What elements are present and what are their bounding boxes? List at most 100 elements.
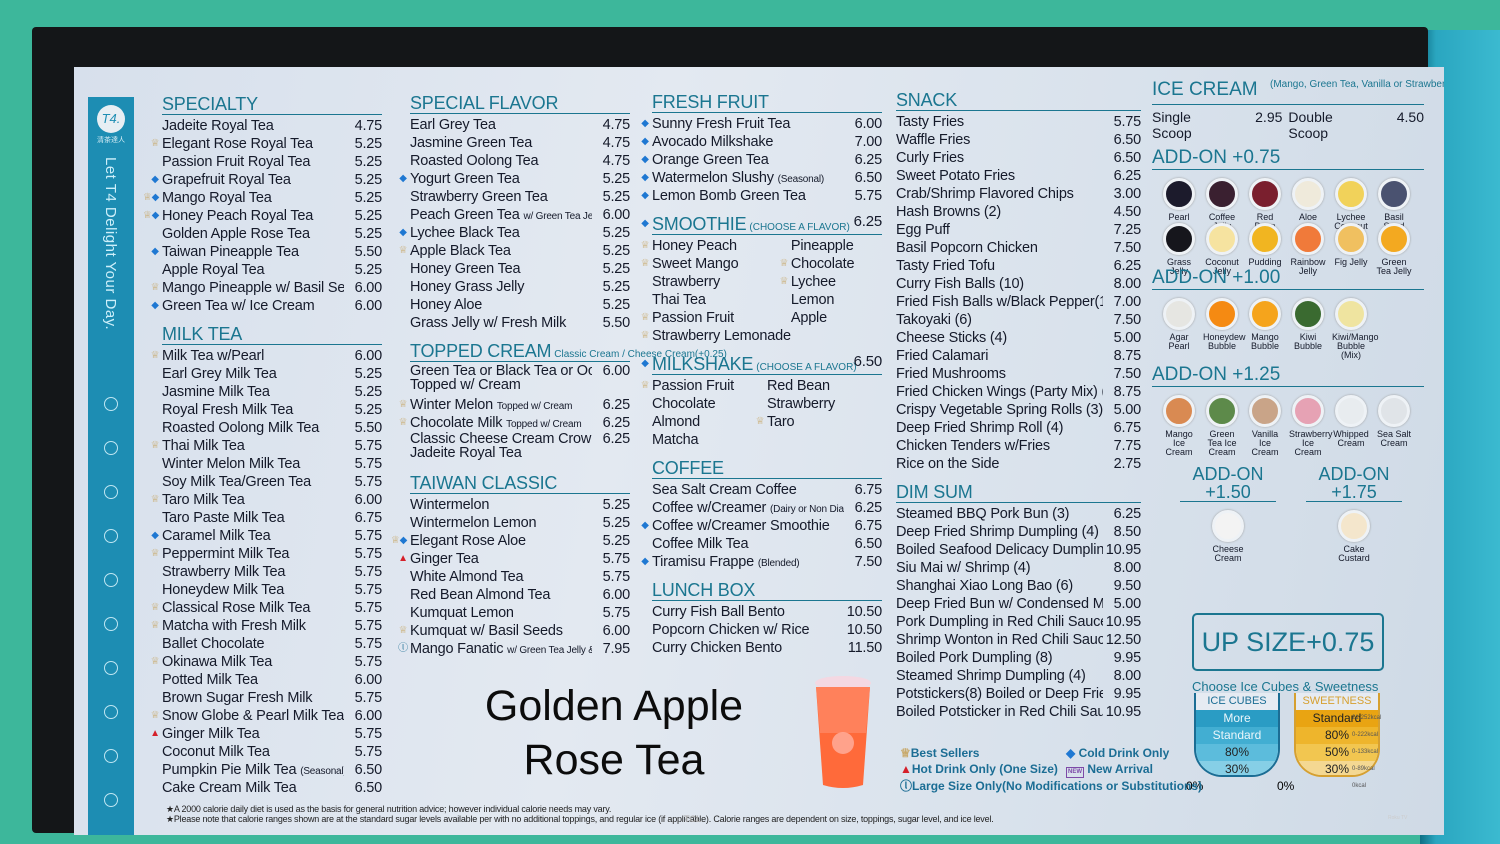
item-name: Strawberry Green Tea [410, 189, 548, 205]
item-price: 5.75 [354, 726, 383, 742]
item-marks: ♕ [396, 396, 410, 414]
addon-label: Honeydew Bubble [1203, 332, 1246, 351]
item-marks: ◆ [638, 151, 652, 169]
item-name: Sweet Potato Fries [896, 168, 1015, 184]
item-name-wrap: Winter Melon Milk Tea [162, 455, 344, 473]
addon-item: Grass Jelly [1160, 223, 1198, 276]
item-marks: ◆ [396, 170, 410, 188]
item-name-wrap: Golden Apple Rose Tea [162, 225, 344, 243]
item-name: Mango Fanatic [410, 641, 504, 657]
item-name-wrap: Popcorn Chicken w/ Rice [652, 621, 844, 639]
item-price: 10.95 [1105, 542, 1141, 558]
item-price: 5.75 [602, 551, 631, 567]
item-price: 5.75 [602, 569, 631, 585]
addon-image [1378, 223, 1410, 255]
item-name: Avocado Milkshake [652, 134, 774, 150]
item-name-wrap: Deep Fried Shrimp Dumpling (4) [896, 523, 1103, 541]
menu-item: Classic Cheese Cream Crown Jadeite Royal … [410, 432, 630, 464]
menu-item: Strawberry Milk Tea 5.75 [162, 563, 382, 581]
item-name: Yogurt Green Tea [410, 171, 520, 187]
section-title: SPECIALTY [162, 94, 258, 114]
addon-image [1249, 298, 1281, 330]
ice-cream-heading: ICE CREAM (Mango, Green Tea, Vanilla or … [1152, 79, 1444, 105]
section-items: ◆ Sunny Fresh Fruit Tea 6.00 ◆ Avocado Milks… [641, 115, 882, 205]
menu-item: Almond [652, 413, 767, 431]
item-price: 8.75 [1113, 348, 1142, 364]
best-icon: ♕ [640, 258, 650, 269]
item-marks: ♕ [148, 707, 162, 725]
section-heading: TAIWAN CLASSIC [410, 472, 630, 494]
item-name: Fried Mushrooms [896, 366, 1006, 382]
menu-item: Crab/Shrimp Flavored Chips 3.00 [896, 185, 1141, 203]
menu-section: SPECIALTY Jadeite Royal Tea 4.75 ♕ Elegant R… [143, 93, 383, 315]
menu-item: Soy Milk Tea/Green Tea 5.75 [162, 473, 382, 491]
best-icon: ♕ [755, 416, 765, 427]
cold-icon: ◆ [641, 218, 649, 229]
item-name: Deep Fried Bun w/ Condensed Milk (4) [896, 596, 1103, 612]
addon-group: ADD-ON +1.50 Cheese Cream [1180, 465, 1276, 563]
item-name-wrap: Cheese Sticks (4) [896, 329, 1103, 347]
item-price: 7.50 [854, 554, 883, 570]
item-marks: ♕ [638, 327, 652, 345]
item-name-wrap: Strawberry Milk Tea [162, 563, 344, 581]
item-marks: ♕ [148, 491, 162, 509]
section-heading: SPECIAL FLAVOR [410, 92, 630, 114]
item-name: Watermelon Slushy [652, 170, 774, 186]
item-price: 6.00 [602, 623, 631, 639]
addon-image [1335, 298, 1367, 330]
new-arrival-icon: NEW [1066, 767, 1084, 778]
column-3: FRESH FRUIT ◆ Sunny Fresh Fruit Tea 6.00 ◆ Av… [641, 91, 883, 665]
item-marks: ♕ [638, 237, 652, 255]
item-price: 5.00 [1113, 402, 1142, 418]
item-name: Fried Fish Balls w/Black Pepper(10) [896, 294, 1103, 310]
item-price: 5.25 [354, 262, 383, 278]
item-name: Curry Fish Ball Bento [652, 604, 785, 620]
item-name-wrap: Chocolate [791, 255, 882, 273]
addon-image [1249, 395, 1281, 427]
item-marks: ◆ [148, 527, 162, 545]
section-subtitle: (CHOOSE A FLAVOR) [756, 362, 857, 373]
item-name-wrap: Honey Green Tea [410, 260, 592, 278]
item-name-line2: Jadeite Royal Tea [410, 445, 522, 461]
item-name: Earl Grey Milk Tea [162, 366, 277, 382]
section-heading: ◆ SMOOTHIE (CHOOSE A FLAVOR) 6.25 [641, 213, 882, 235]
item-price: 5.25 [354, 190, 383, 206]
item-price: 6.25 [602, 415, 631, 431]
menu-item: White Almond Tea 5.75 [410, 568, 630, 586]
item-name-wrap: Honey Grass Jelly [410, 278, 592, 296]
addon-item: Green Tea Ice Cream [1203, 395, 1241, 457]
menu-item: Egg Puff 7.25 [896, 221, 1141, 239]
cold-icon: ◆ [641, 118, 649, 129]
item-name-wrap: Honey Aloe [410, 296, 592, 314]
addon-items: Cake Custard [1306, 510, 1402, 563]
item-price: 5.50 [354, 244, 383, 260]
menu-item: Grass Jelly w/ Fresh Milk 5.50 [410, 314, 630, 332]
item-name: Taro Paste Milk Tea [162, 510, 285, 526]
menu-item: ♕ Thai Milk Tea 5.75 [151, 437, 383, 455]
item-name: Deep Fried Shrimp Dumpling (4) [896, 524, 1099, 540]
hot-icon: ▲ [150, 728, 160, 739]
menu-item: Coffee Milk Tea 6.50 [652, 535, 882, 553]
item-name-wrap: Red Bean [767, 377, 882, 395]
item-marks: ♕ [148, 279, 162, 297]
menu-item: Deep Fried Shrimp Dumpling (4) 8.50 [896, 523, 1141, 541]
menu-section: TOPPED CREAM Classic Cream / Cheese Cream… [399, 340, 727, 464]
addon-item: Whipped Cream [1332, 395, 1370, 457]
item-name-wrap: Ginger Milk Tea [162, 725, 344, 743]
item-marks: ▲ [396, 550, 410, 568]
item-name: Snow Globe & Pearl Milk Tea [162, 708, 344, 724]
item-marks: ◆ [638, 187, 652, 205]
cold-icon: ◆ [641, 556, 649, 567]
item-marks: ◆ [638, 133, 652, 151]
menu-item: Deep Fried Shrimp Roll (4) 6.75 [896, 419, 1141, 437]
menu-item: Roasted Oolong Tea 4.75 [410, 152, 630, 170]
item-name-wrap: Lychee Black Tea [410, 224, 592, 242]
section-heading: SPECIALTY [162, 93, 382, 115]
menu-item: Ballet Chocolate 5.75 [162, 635, 382, 653]
item-name-wrap: Milk Tea w/Pearl [162, 347, 344, 365]
menu-section: DIM SUM Steamed BBQ Pork Bun (3) 6.25 Deep … [896, 481, 1141, 721]
addon-items: Pearl Coffee JellyRed Bean Aloe Lychee Coco… [1160, 178, 1430, 276]
item-name-wrap: Curry Chicken Bento [652, 639, 844, 657]
menu-item: ◆ Lychee Black Tea 5.25 [399, 224, 630, 242]
item-name-wrap: Tasty Fries [896, 113, 1103, 131]
